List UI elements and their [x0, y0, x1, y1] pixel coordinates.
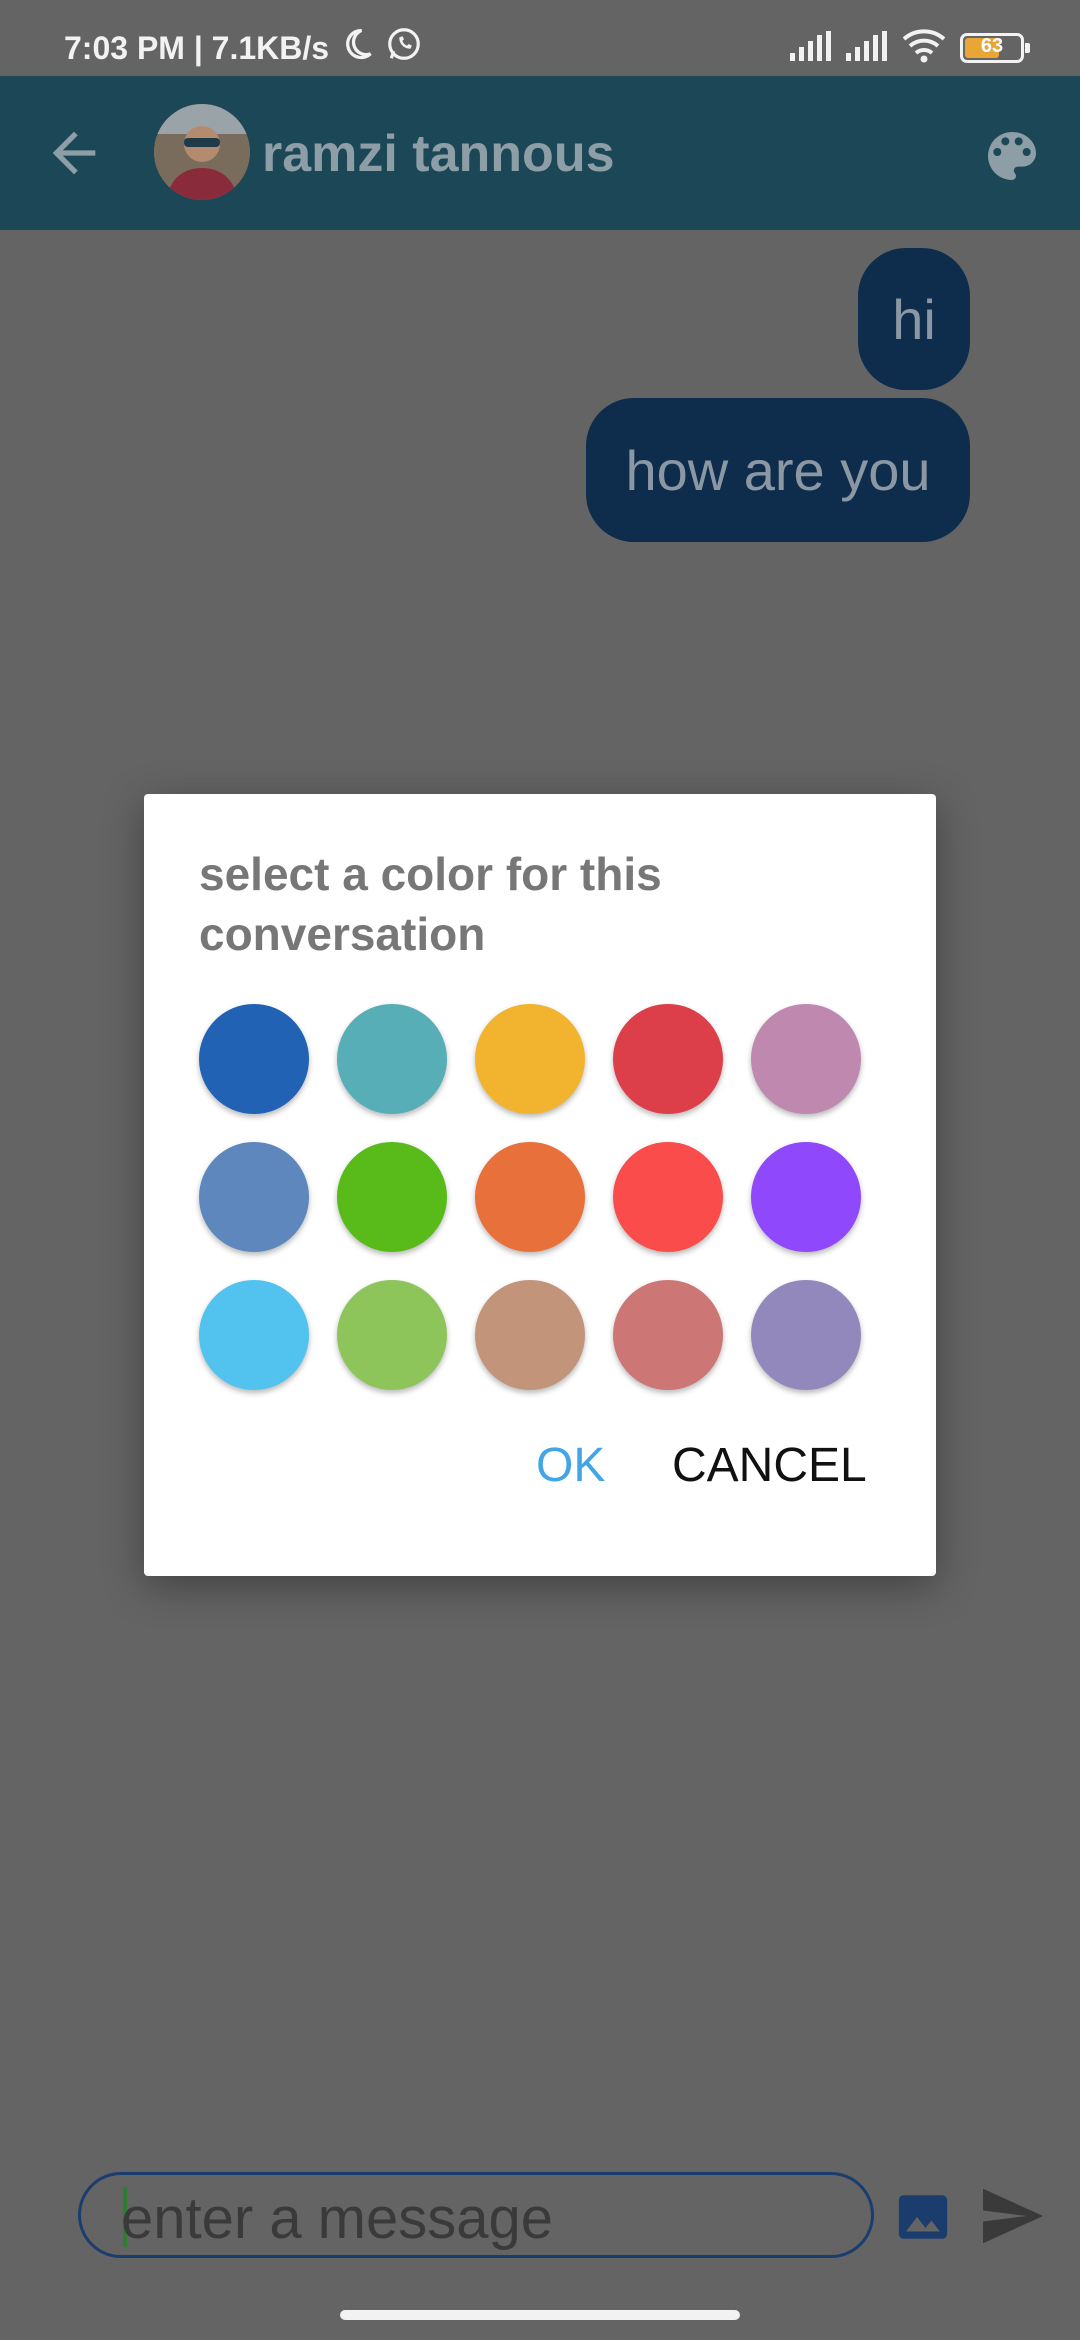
color-swatch[interactable] — [475, 1280, 585, 1390]
status-right: 63 — [790, 26, 1030, 70]
app-bar: ramzi tannous — [0, 76, 1080, 230]
color-swatch[interactable] — [613, 1280, 723, 1390]
battery-level: 63 — [980, 35, 1004, 57]
color-swatch[interactable] — [337, 1142, 447, 1252]
contact-name[interactable]: ramzi tannous — [262, 124, 615, 184]
color-swatch[interactable] — [337, 1280, 447, 1390]
palette-icon[interactable] — [980, 124, 1044, 188]
message-text: how are you — [625, 438, 931, 502]
wifi-icon — [902, 28, 946, 68]
battery-icon: 63 — [960, 33, 1030, 63]
color-swatch[interactable] — [613, 1004, 723, 1114]
color-swatch[interactable] — [475, 1004, 585, 1114]
status-left: 7:03 PM | 7.1KB/s — [64, 24, 423, 72]
color-swatch[interactable] — [751, 1280, 861, 1390]
signal-icon — [790, 30, 832, 66]
ok-button[interactable]: OK — [536, 1438, 605, 1493]
message-bubble[interactable]: hi — [858, 248, 970, 390]
color-swatch[interactable] — [199, 1004, 309, 1114]
color-swatch[interactable] — [199, 1280, 309, 1390]
send-icon[interactable] — [980, 2186, 1046, 2246]
dialog-title: select a color for this conversation — [199, 848, 662, 960]
arrow-left-icon[interactable] — [42, 121, 106, 185]
status-bar: 7:03 PM | 7.1KB/s 63 — [0, 0, 1080, 76]
message-text: hi — [892, 287, 936, 351]
message-input-placeholder: enter a message — [121, 2186, 554, 2251]
whatsapp-icon — [385, 25, 423, 71]
color-swatch[interactable] — [475, 1142, 585, 1252]
message-bubble[interactable]: how are you — [586, 398, 970, 542]
color-swatch[interactable] — [613, 1142, 723, 1252]
color-swatch[interactable] — [751, 1142, 861, 1252]
home-indicator[interactable] — [340, 2310, 740, 2320]
message-input[interactable]: enter a message — [78, 2172, 874, 2258]
image-icon[interactable] — [894, 2188, 952, 2246]
moon-icon — [339, 26, 375, 70]
cancel-button[interactable]: CANCEL — [672, 1438, 867, 1493]
color-swatch[interactable] — [337, 1004, 447, 1114]
color-swatch[interactable] — [199, 1142, 309, 1252]
status-time-speed: 7:03 PM | 7.1KB/s — [64, 29, 330, 66]
signal-icon — [846, 30, 888, 66]
color-picker-dialog: select a color for this conversation OK … — [144, 794, 936, 1576]
color-swatch[interactable] — [751, 1004, 861, 1114]
avatar[interactable] — [154, 104, 250, 200]
